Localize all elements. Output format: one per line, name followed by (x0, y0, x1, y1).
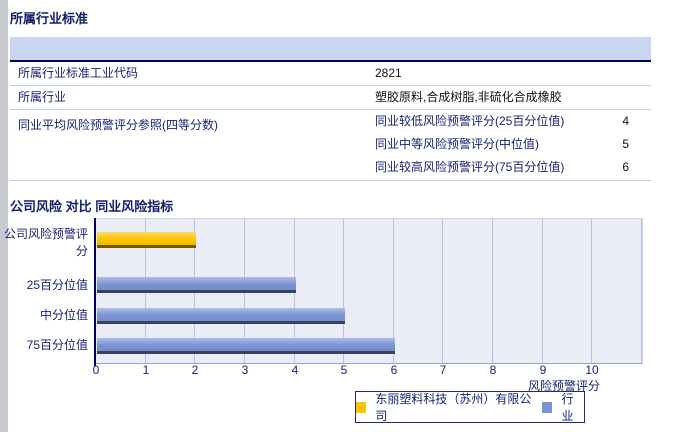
x-tick: 10 (585, 363, 599, 377)
company-legend-label: 东丽塑料科技（苏州）有限公司 (375, 392, 532, 423)
y-axis-label: 75百分位值 (26, 338, 88, 352)
plot-area (96, 218, 643, 364)
subrow-medium-risk: 同业中等风险预警评分(中位值) 5 (10, 133, 651, 156)
y-axis-label: 25百分位值 (26, 278, 88, 292)
x-tick: 3 (241, 363, 249, 377)
subrow-value: 5 (622, 137, 629, 151)
table-row-industry-code: 所属行业标准工业代码 2821 (10, 62, 651, 86)
x-tick: 5 (340, 363, 348, 377)
subrow-value: 4 (622, 114, 629, 128)
chart-section-title: 公司风险 对比 同业风险指标 (10, 199, 174, 214)
table-row-peer-scores: 同业平均风险预警评分参照(四等分数) 同业较低风险预警评分(25百分位值) 4 … (10, 110, 651, 181)
subrow-label: 同业较高风险预警评分(75百分位值) (375, 160, 565, 174)
subrow-low-risk: 同业较低风险预警评分(25百分位值) 4 (10, 110, 651, 133)
gridline (492, 219, 493, 363)
y-axis-label: 公司风险预警评分 (3, 227, 88, 258)
report-page: 所属行业标准 所属行业标准工业代码 2821 所属行业 塑胶原料,合成树脂,非硫… (0, 0, 679, 432)
table-header-row (10, 37, 651, 62)
row-label: 所属行业标准工业代码 (18, 66, 139, 80)
y-axis-line (94, 218, 96, 366)
row-label: 所属行业 (18, 90, 67, 104)
subrow-value: 6 (622, 160, 629, 174)
bar-25百分位值 (97, 277, 296, 293)
subrow-high-risk: 同业较高风险预警评分(75百分位值) 6 (10, 156, 651, 179)
x-tick: 6 (390, 363, 398, 377)
subrow-label: 同业较低风险预警评分(25百分位值) (375, 114, 565, 128)
page-left-edge (0, 0, 8, 432)
x-tick: 0 (92, 363, 100, 377)
x-tick: 7 (439, 363, 447, 377)
gridline (641, 219, 642, 363)
bar-公司风险预警评分 (97, 232, 196, 248)
gridline (542, 219, 543, 363)
row-value: 塑胶原料,合成树脂,非硫化合成橡胶 (375, 90, 562, 104)
industry-section-title: 所属行业标准 (10, 11, 89, 26)
bar-75百分位值 (97, 338, 395, 354)
x-tick: 4 (291, 363, 299, 377)
table-row-industry: 所属行业 塑胶原料,合成树脂,非硫化合成橡胶 (10, 86, 651, 110)
y-axis-label: 中分位值 (39, 308, 88, 322)
industry-table: 所属行业标准工业代码 2821 所属行业 塑胶原料,合成树脂,非硫化合成橡胶 同… (10, 37, 651, 181)
bar-中分位值 (97, 308, 345, 324)
chart-legend: 东丽塑料科技（苏州）有限公司 行业 (355, 391, 585, 423)
gridline (591, 219, 592, 363)
x-tick: 9 (539, 363, 547, 377)
row-value: 2821 (375, 66, 402, 80)
subrow-label: 同业中等风险预警评分(中位值) (375, 137, 539, 151)
company-legend-swatch (356, 401, 367, 413)
gridline (442, 219, 443, 363)
x-tick: 2 (191, 363, 199, 377)
industry-legend-swatch (542, 401, 553, 413)
industry-legend-label: 行业 (561, 392, 574, 423)
x-tick: 1 (142, 363, 150, 377)
x-tick: 8 (489, 363, 497, 377)
